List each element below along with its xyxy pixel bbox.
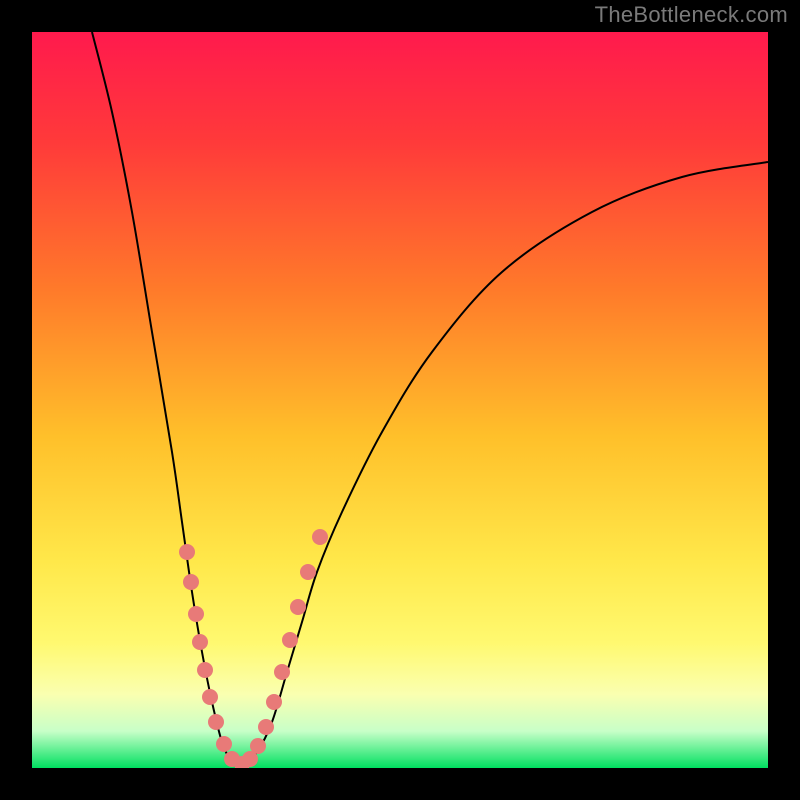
- data-marker: [188, 606, 204, 622]
- data-marker: [202, 689, 218, 705]
- data-marker: [282, 632, 298, 648]
- watermark-text: TheBottleneck.com: [595, 2, 788, 28]
- data-marker: [192, 634, 208, 650]
- data-marker: [300, 564, 316, 580]
- plot-area: [32, 32, 768, 768]
- data-marker: [250, 738, 266, 754]
- data-marker: [312, 529, 328, 545]
- chart-frame: TheBottleneck.com: [0, 0, 800, 800]
- data-marker: [274, 664, 290, 680]
- data-marker: [290, 599, 306, 615]
- data-marker: [183, 574, 199, 590]
- data-marker: [208, 714, 224, 730]
- data-marker: [266, 694, 282, 710]
- data-marker: [179, 544, 195, 560]
- data-marker: [197, 662, 213, 678]
- chart-svg: [32, 32, 768, 768]
- data-marker: [258, 719, 274, 735]
- data-marker: [216, 736, 232, 752]
